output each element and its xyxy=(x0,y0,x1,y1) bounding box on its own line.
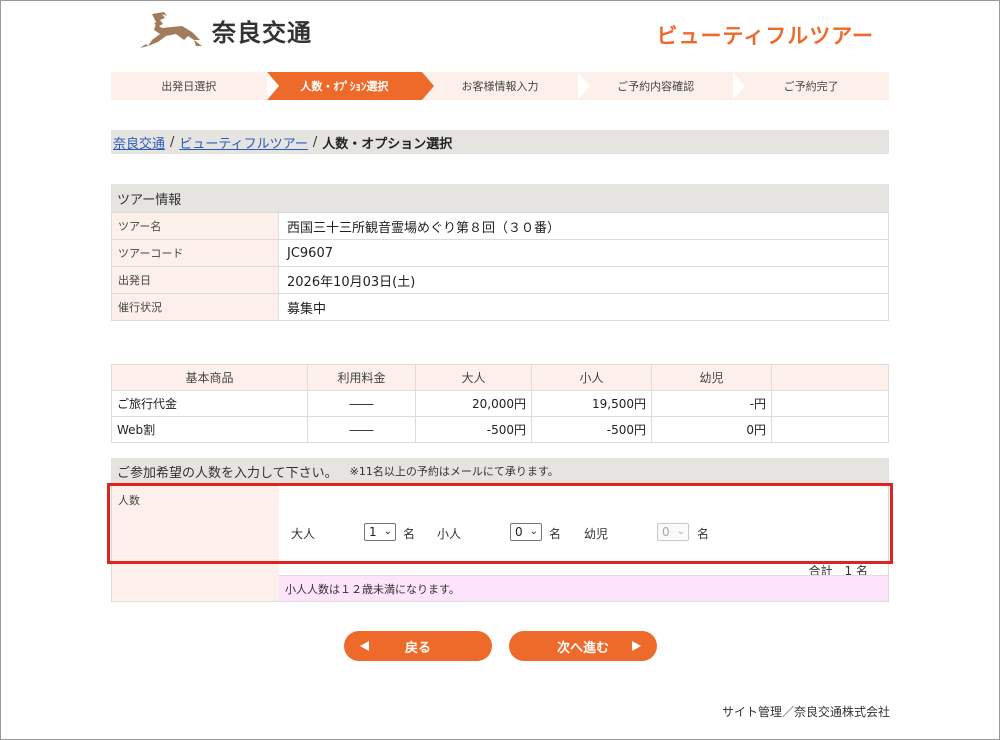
price-row-adult: -500円 xyxy=(415,416,532,443)
breadcrumb-link-nara-kotsu[interactable]: 奈良交通 xyxy=(113,133,165,152)
triangle-left-icon xyxy=(360,641,369,651)
breadcrumb-separator: / xyxy=(312,134,318,150)
departure-date-value: 2026年10月03日(土) xyxy=(278,266,889,294)
participant-count-row: 人数 大人 1 ⌄ 名 小人 0 ⌄ 名 幼児 0 ⌄ 名 合計 1 名 xyxy=(111,484,889,578)
participant-entry-title: ご参加希望の人数を入力して下さい。 ※11名以上の予約はメールにて承ります。 xyxy=(111,458,889,484)
table-row: ご旅行代金 ―― 20,000円 19,500円 -円 xyxy=(111,390,889,417)
price-panel: 基本商品 利用料金 大人 小人 幼児 ご旅行代金 ―― 20,000円 19,5… xyxy=(111,364,889,443)
adult-count-value: 1 xyxy=(369,525,377,539)
chevron-down-icon: ⌄ xyxy=(529,526,538,537)
tour-status-value: 募集中 xyxy=(278,293,889,321)
step-date-select: 出発日選択 xyxy=(111,72,267,100)
column-header-adult: 大人 xyxy=(415,364,532,391)
price-row-empty xyxy=(771,390,889,417)
step-complete: ご予約完了 xyxy=(733,72,889,100)
child-count-select[interactable]: 0 ⌄ xyxy=(510,523,542,541)
tour-status-label: 催行状況 xyxy=(111,293,279,321)
chevron-down-icon: ⌄ xyxy=(383,526,392,537)
child-age-hint-row: 小人人数は１２歳未満になります。 xyxy=(111,564,889,602)
child-unit: 名 xyxy=(549,527,562,541)
price-row-fee: ―― xyxy=(307,416,416,443)
progress-steps: 出発日選択 人数・ｵﾌﾟｼｮﾝ選択 お客様情報入力 ご予約内容確認 ご予約完了 xyxy=(111,72,889,100)
triangle-right-icon xyxy=(632,641,641,651)
chevron-down-icon: ⌄ xyxy=(676,526,685,537)
adult-label: 大人 xyxy=(291,527,316,541)
next-button-label: 次へ進む xyxy=(556,640,609,656)
column-header-empty xyxy=(771,364,889,391)
child-count-value: 0 xyxy=(515,525,523,539)
step-customer-info: お客様情報入力 xyxy=(422,72,578,100)
table-row: ツアー名 西国三十三所観音霊場めぐり第８回（３０番） xyxy=(111,212,889,240)
tour-name-value: 西国三十三所観音霊場めぐり第８回（３０番） xyxy=(278,212,889,240)
site-logo[interactable]: 奈良交通 xyxy=(132,10,312,50)
child-label: 小人 xyxy=(437,527,462,541)
price-row-adult: 20,000円 xyxy=(415,390,532,417)
price-row-name: Web割 xyxy=(111,416,308,443)
tour-info-table: ツアー名 西国三十三所観音霊場めぐり第８回（３０番） ツアーコード JC9607… xyxy=(111,212,889,321)
step-confirm: ご予約内容確認 xyxy=(577,72,734,100)
tour-code-label: ツアーコード xyxy=(111,239,279,267)
tour-info-panel: ツアー情報 ツアー名 西国三十三所観音霊場めぐり第８回（３０番） ツアーコード … xyxy=(111,184,889,321)
price-row-empty xyxy=(771,416,889,443)
logo-text: 奈良交通 xyxy=(212,18,312,47)
table-row: ツアーコード JC9607 xyxy=(111,239,889,267)
participant-entry-heading: ご参加希望の人数を入力して下さい。 xyxy=(117,465,338,481)
child-age-hint: 小人人数は１２歳未満になります。 xyxy=(279,576,888,601)
column-header-fee: 利用料金 xyxy=(307,364,416,391)
table-row: 催行状況 募集中 xyxy=(111,293,889,321)
breadcrumb: 奈良交通 / ビューティフルツアー / 人数・オプション選択 xyxy=(111,130,889,154)
price-row-infant: -円 xyxy=(651,390,772,417)
participant-count-label: 人数 xyxy=(112,484,279,561)
breadcrumb-link-beautiful-tour[interactable]: ビューティフルツアー xyxy=(179,133,307,152)
price-row-child: -500円 xyxy=(531,416,652,443)
infant-count-value: 0 xyxy=(662,525,670,539)
site-footer: サイト管理／奈良交通株式会社 xyxy=(721,705,890,719)
participant-entry-panel: ご参加希望の人数を入力して下さい。 ※11名以上の予約はメールにて承ります。 人… xyxy=(111,458,889,578)
breadcrumb-current: 人数・オプション選択 xyxy=(322,136,453,152)
participant-entry-note: ※11名以上の予約はメールにて承ります。 xyxy=(349,465,559,478)
step-people-option-select: 人数・ｵﾌﾟｼｮﾝ選択 xyxy=(266,72,434,100)
hint-row-body: 小人人数は１２歳未満になります。 xyxy=(279,564,888,601)
adult-count-select[interactable]: 1 ⌄ xyxy=(364,523,396,541)
deer-logo-icon xyxy=(140,12,202,48)
price-table: 基本商品 利用料金 大人 小人 幼児 ご旅行代金 ―― 20,000円 19,5… xyxy=(111,364,889,443)
participant-count-body: 大人 1 ⌄ 名 小人 0 ⌄ 名 幼児 0 ⌄ 名 合計 1 名 xyxy=(279,484,888,578)
adult-unit: 名 xyxy=(403,527,416,541)
brand-title: ビューティフルツアー xyxy=(656,24,874,48)
price-row-name: ご旅行代金 xyxy=(111,390,308,417)
breadcrumb-separator: / xyxy=(170,134,175,150)
price-row-fee: ―― xyxy=(307,390,416,417)
column-header-product: 基本商品 xyxy=(111,364,308,391)
table-row: 出発日 2026年10月03日(土) xyxy=(111,266,889,294)
price-header-row: 基本商品 利用料金 大人 小人 幼児 xyxy=(111,364,889,391)
back-button[interactable]: 戻る xyxy=(344,631,492,661)
table-row: Web割 ―― -500円 -500円 0円 xyxy=(111,416,889,443)
column-header-infant: 幼児 xyxy=(651,364,772,391)
tour-name-label: ツアー名 xyxy=(111,212,279,240)
infant-label: 幼児 xyxy=(584,527,609,541)
price-row-child: 19,500円 xyxy=(531,390,652,417)
next-button[interactable]: 次へ進む xyxy=(509,631,657,661)
price-row-infant: 0円 xyxy=(651,416,772,443)
infant-unit: 名 xyxy=(697,527,710,541)
column-header-child: 小人 xyxy=(531,364,652,391)
tour-info-title: ツアー情報 xyxy=(111,184,889,212)
tour-code-value: JC9607 xyxy=(278,239,889,267)
hint-row-label xyxy=(112,564,279,601)
departure-date-label: 出発日 xyxy=(111,266,279,294)
infant-count-select: 0 ⌄ xyxy=(657,523,689,541)
back-button-label: 戻る xyxy=(404,640,431,656)
hint-row-spacer xyxy=(279,564,888,576)
